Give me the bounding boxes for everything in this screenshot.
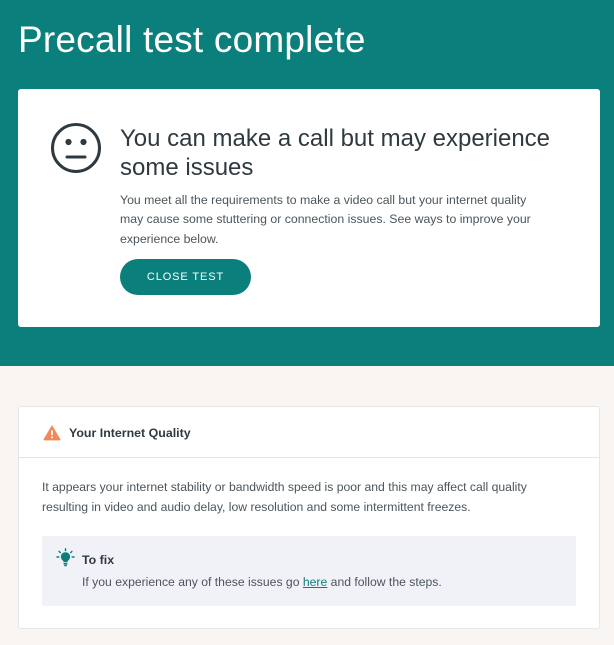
page-title: Precall test complete [18, 19, 366, 60]
test-result-card: You can make a call but may experience s… [18, 89, 600, 327]
fix-text-before-link: If you experience any of these issues go [82, 575, 303, 589]
internet-quality-card: Your Internet Quality It appears your in… [18, 406, 600, 629]
warning-icon [43, 425, 61, 441]
internet-quality-description: It appears your internet stability or ba… [42, 480, 527, 514]
internet-quality-title: Your Internet Quality [69, 426, 191, 440]
fix-instructions: If you experience any of these issues go… [82, 574, 442, 591]
result-description: You meet all the requirements to make a … [120, 193, 531, 246]
fix-callout: To fix If you experience any of these is… [42, 536, 576, 606]
fix-link[interactable]: here [303, 575, 327, 589]
neutral-face-icon [51, 123, 101, 173]
lightbulb-icon [56, 548, 75, 567]
internet-quality-header: Your Internet Quality [19, 407, 599, 458]
fix-text-after-link: and follow the steps. [327, 575, 442, 589]
fix-title: To fix [82, 553, 115, 567]
header-banner: Precall test complete You can make a cal… [0, 0, 614, 366]
result-heading: You can make a call but may experience s… [120, 125, 551, 181]
close-test-button[interactable]: CLOSE TEST [120, 259, 251, 295]
